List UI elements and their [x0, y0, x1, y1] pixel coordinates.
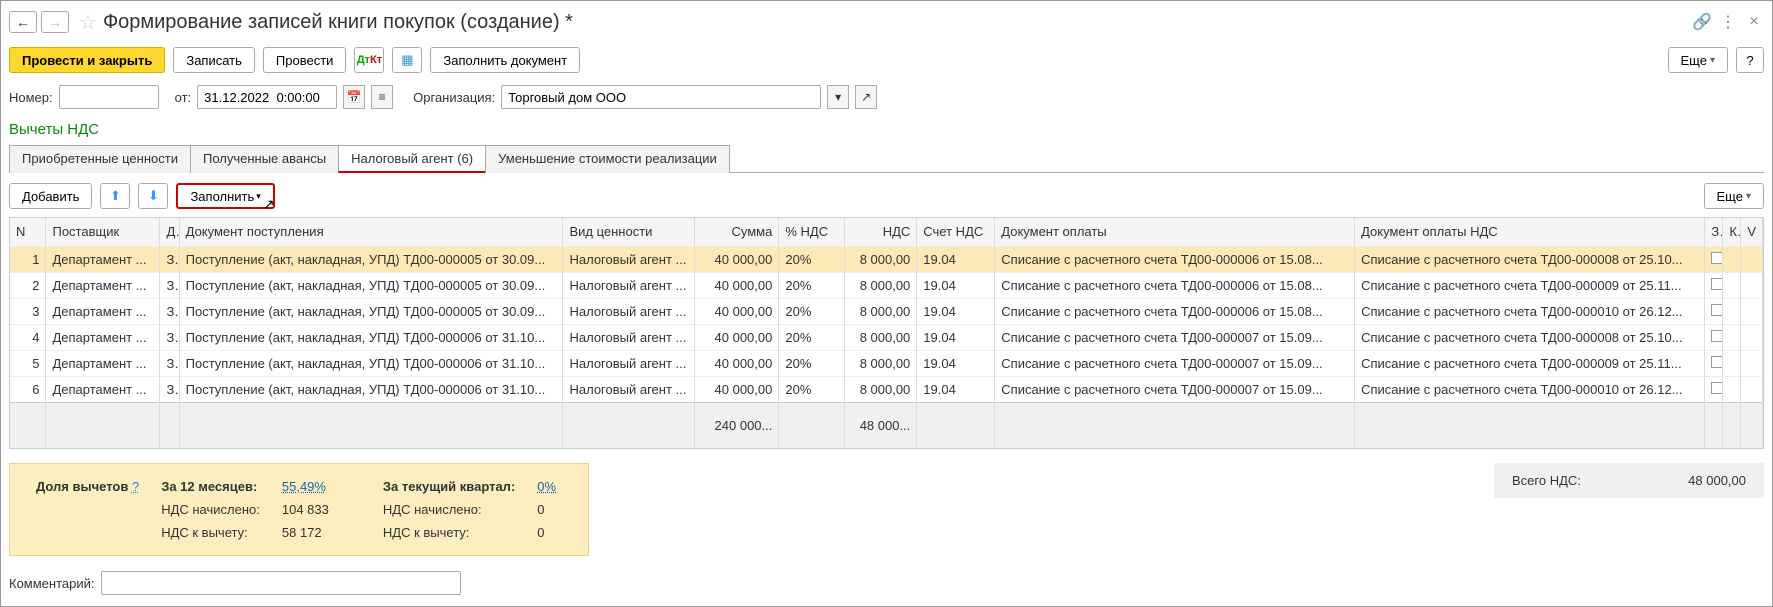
checkbox-icon[interactable]: [1711, 382, 1722, 394]
number-label: Номер:: [9, 90, 53, 105]
tab-cost-reduction[interactable]: Уменьшение стоимости реализации: [485, 145, 730, 173]
help-link[interactable]: ?: [132, 479, 139, 494]
move-up-button[interactable]: ⬆: [100, 183, 130, 209]
table-row[interactable]: 2Департамент ...ЗПоступление (акт, накла…: [10, 272, 1763, 298]
col-n[interactable]: N: [10, 218, 46, 246]
checkbox-icon[interactable]: [1711, 278, 1722, 290]
org-label: Организация:: [413, 90, 495, 105]
calendar-icon: 📅: [347, 90, 362, 104]
structure-button[interactable]: ▦: [392, 47, 422, 73]
date-input[interactable]: [197, 85, 337, 109]
col-vid[interactable]: Вид ценности: [563, 218, 695, 246]
sub-more-button[interactable]: Еще: [1704, 183, 1764, 209]
arrow-down-icon: ⬇: [148, 188, 159, 204]
org-open-button[interactable]: ↗: [855, 85, 877, 109]
checkbox-icon[interactable]: [1711, 330, 1722, 342]
link-icon[interactable]: 🔗: [1692, 12, 1712, 32]
col-y[interactable]: К: [1723, 218, 1741, 246]
col-d[interactable]: Д: [160, 218, 179, 246]
page-title: Формирование записей книги покупок (созд…: [103, 11, 1686, 34]
pct-cur-link[interactable]: 0%: [537, 479, 556, 494]
favorite-star-icon[interactable]: ☆: [79, 10, 97, 35]
col-doc[interactable]: Документ поступления: [179, 218, 563, 246]
table-row[interactable]: 5Департамент ...ЗПоступление (акт, накла…: [10, 350, 1763, 376]
col-sch[interactable]: Счет НДС: [917, 218, 995, 246]
total-nds-box: Всего НДС: 48 000,00: [1494, 463, 1764, 498]
date-menu-button[interactable]: ≡: [371, 85, 393, 109]
checkbox-icon[interactable]: [1711, 252, 1722, 264]
col-nds[interactable]: НДС: [845, 218, 917, 246]
nav-back-button[interactable]: ←: [9, 11, 37, 33]
post-and-close-button[interactable]: Провести и закрыть: [9, 47, 165, 73]
org-dropdown-button[interactable]: ▾: [827, 85, 849, 109]
table-row[interactable]: 6Департамент ...ЗПоступление (акт, накла…: [10, 376, 1763, 402]
col-z[interactable]: V: [1741, 218, 1763, 246]
fill-button[interactable]: Заполнить▾: [176, 183, 274, 209]
org-input[interactable]: [501, 85, 821, 109]
move-down-button[interactable]: ⬇: [138, 183, 168, 209]
fill-document-button[interactable]: Заполнить документ: [430, 47, 580, 73]
col-opaynds[interactable]: Документ оплаты НДС: [1355, 218, 1705, 246]
kebab-menu-icon[interactable]: ⋮: [1718, 12, 1738, 32]
more-button[interactable]: Еще: [1668, 47, 1728, 73]
help-button[interactable]: ?: [1736, 47, 1764, 73]
table-row[interactable]: 3Департамент ...ЗПоступление (акт, накла…: [10, 298, 1763, 324]
from-label: от:: [175, 90, 192, 105]
checkbox-icon[interactable]: [1711, 356, 1722, 368]
calendar-button[interactable]: 📅: [343, 85, 365, 109]
pct-12m-link[interactable]: 55,49%: [282, 479, 326, 494]
footer-sum: 240 000...: [695, 402, 779, 448]
col-supplier[interactable]: Поставщик: [46, 218, 160, 246]
col-sum[interactable]: Сумма: [695, 218, 779, 246]
vat-deductions-heading: Вычеты НДС: [9, 121, 1764, 138]
number-input[interactable]: [59, 85, 159, 109]
write-button[interactable]: Записать: [173, 47, 255, 73]
table-row[interactable]: 4Департамент ...ЗПоступление (акт, накла…: [10, 324, 1763, 350]
comment-input[interactable]: [101, 571, 461, 595]
arrow-up-icon: ⬆: [110, 188, 121, 204]
tab-acquired-values[interactable]: Приобретенные ценности: [9, 145, 191, 173]
tab-received-advances[interactable]: Полученные авансы: [190, 145, 339, 173]
post-button[interactable]: Провести: [263, 47, 347, 73]
comment-label: Комментарий:: [9, 576, 95, 591]
close-icon[interactable]: ×: [1744, 12, 1764, 32]
checkbox-icon[interactable]: [1711, 304, 1722, 316]
dtkt-button[interactable]: ДтКт: [354, 47, 384, 73]
add-row-button[interactable]: Добавить: [9, 183, 92, 209]
col-pnds[interactable]: % НДС: [779, 218, 845, 246]
structure-icon: ▦: [401, 52, 413, 68]
col-x[interactable]: З: [1705, 218, 1723, 246]
entries-table[interactable]: N Поставщик Д Документ поступления Вид ц…: [10, 218, 1763, 448]
footer-nds: 48 000...: [845, 402, 917, 448]
tab-tax-agent[interactable]: Налоговый агент (6): [338, 145, 486, 173]
col-opay[interactable]: Документ оплаты: [995, 218, 1355, 246]
table-row[interactable]: 1Департамент ...ЗПоступление (акт, накла…: [10, 246, 1763, 272]
deduction-share-panel: Доля вычетов ? За 12 месяцев: 55,49% За …: [9, 463, 589, 556]
nav-forward-button[interactable]: →: [41, 11, 69, 33]
